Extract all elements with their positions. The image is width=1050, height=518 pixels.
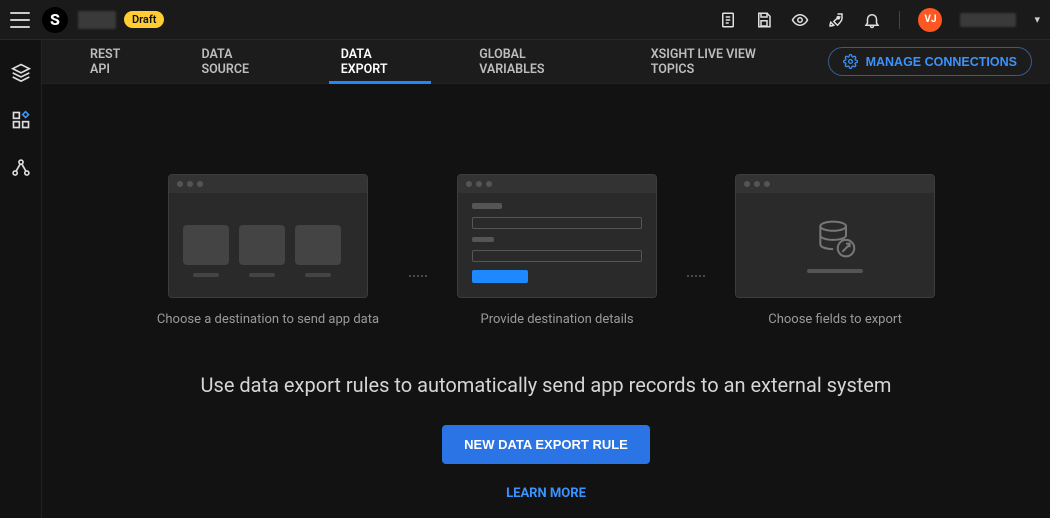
tab-xsight-topics[interactable]: XSIGHT LIVE VIEW TOPICS bbox=[621, 40, 828, 84]
tab-data-export[interactable]: DATA EXPORT bbox=[311, 40, 450, 84]
tab-rest-api[interactable]: REST API bbox=[60, 40, 171, 84]
chevron-down-icon[interactable]: ▾ bbox=[1034, 13, 1040, 26]
topbar-actions: VJ ▾ bbox=[719, 8, 1040, 32]
card-details-caption: Provide destination details bbox=[481, 312, 634, 327]
card-details-illustration bbox=[457, 174, 657, 298]
layers-icon[interactable] bbox=[11, 62, 31, 82]
side-rail bbox=[0, 40, 42, 518]
main-panel: REST API DATA SOURCE DATA EXPORT GLOBAL … bbox=[42, 40, 1050, 518]
widgets-icon[interactable] bbox=[11, 110, 31, 130]
bell-icon[interactable] bbox=[863, 11, 881, 29]
new-data-export-rule-button[interactable]: NEW DATA EXPORT RULE bbox=[442, 425, 650, 464]
learn-more-link[interactable]: LEARN MORE bbox=[506, 486, 586, 501]
preview-icon[interactable] bbox=[791, 11, 809, 29]
card-destination: Choose a destination to send app data bbox=[157, 174, 379, 327]
app-name-placeholder bbox=[78, 11, 116, 29]
content: Choose a destination to send app data bbox=[42, 84, 1050, 518]
card-fields-illustration bbox=[735, 174, 935, 298]
app-logo[interactable]: S bbox=[42, 7, 68, 33]
username-placeholder bbox=[960, 13, 1016, 27]
card-fields-caption: Choose fields to export bbox=[768, 312, 902, 327]
onboarding-cards: Choose a destination to send app data bbox=[157, 174, 935, 327]
tabbar: REST API DATA SOURCE DATA EXPORT GLOBAL … bbox=[42, 40, 1050, 84]
tab-global-variables[interactable]: GLOBAL VARIABLES bbox=[449, 40, 621, 84]
save-icon[interactable] bbox=[755, 11, 773, 29]
card-fields: Choose fields to export bbox=[735, 174, 935, 327]
card-details: Provide destination details bbox=[457, 174, 657, 327]
manage-connections-label: MANAGE CONNECTIONS bbox=[866, 55, 1017, 69]
card-destination-caption: Choose a destination to send app data bbox=[157, 312, 379, 327]
document-icon[interactable] bbox=[719, 11, 737, 29]
topbar: S Draft VJ ▾ bbox=[0, 0, 1050, 40]
connector bbox=[409, 275, 427, 277]
separator bbox=[899, 11, 900, 29]
tab-data-source[interactable]: DATA SOURCE bbox=[171, 40, 310, 84]
gear-icon bbox=[843, 54, 858, 69]
card-destination-illustration bbox=[168, 174, 368, 298]
manage-connections-button[interactable]: MANAGE CONNECTIONS bbox=[828, 47, 1032, 76]
menu-icon[interactable] bbox=[10, 12, 30, 28]
rocket-icon[interactable] bbox=[827, 11, 845, 29]
headline: Use data export rules to automatically s… bbox=[201, 373, 892, 397]
nodes-icon[interactable] bbox=[11, 158, 31, 178]
database-export-icon bbox=[813, 217, 857, 261]
connector bbox=[687, 275, 705, 277]
draft-badge: Draft bbox=[124, 11, 164, 28]
avatar[interactable]: VJ bbox=[918, 8, 942, 32]
